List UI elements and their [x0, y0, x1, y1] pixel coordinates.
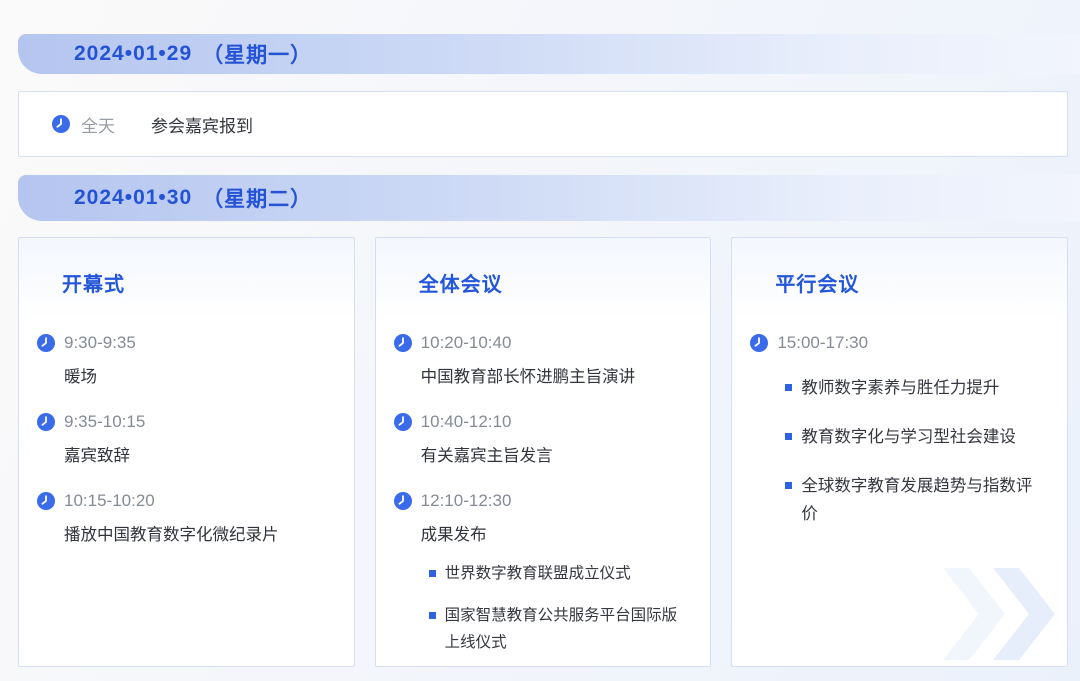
session-card-opening-ceremony: 开幕式 9:30-9:35 暖场 9:35-10:15 嘉宾致辞 10:15-1…: [18, 237, 355, 667]
chevron-right-icon: [993, 568, 1056, 660]
day2-weekday: （星期二）: [202, 188, 313, 211]
event-list: 9:30-9:35 暖场 9:35-10:15 嘉宾致辞 10:15-10:20…: [37, 333, 334, 545]
event-time-row: 9:30-9:35: [37, 333, 334, 353]
subitem-text: 全球数字教育发展趋势与指数评价: [801, 477, 1033, 523]
subitem-text: 国家智慧教育公共服务平台国际版上线仪式: [444, 607, 678, 651]
event-title: 嘉宾致辞: [64, 447, 130, 465]
square-bullet-icon: [785, 433, 793, 440]
day1-allday-event-card: 全天 参会嘉宾报到: [18, 91, 1068, 157]
square-bullet-icon: [785, 482, 793, 489]
square-bullet-icon: [428, 612, 436, 619]
day2-date: 2024•01•30: [74, 186, 193, 209]
clock-icon: [37, 334, 55, 352]
subitem-text: 教师数字素养与胜任力提升: [801, 379, 1000, 397]
day2-date-banner: 2024•01•30 （星期二）: [18, 175, 1080, 221]
event-item: 15:00-17:30 教师数字素养与胜任力提升 教育数字化与学习型社会建设 全…: [750, 333, 1047, 528]
subitem-text: 教育数字化与学习型社会建设: [801, 428, 1016, 446]
event-time: 10:20-10:40: [420, 333, 512, 352]
subitem-text: 世界数字教育联盟成立仪式: [444, 565, 631, 582]
event-item: 10:15-10:20 播放中国教育数字化微纪录片: [37, 491, 334, 545]
event-item: 9:30-9:35 暖场: [37, 333, 334, 387]
clock-icon: [37, 413, 55, 431]
allday-event-title: 参会嘉宾报到: [151, 116, 253, 136]
event-time-row: 9:35-10:15: [37, 412, 334, 432]
clock-icon: [52, 115, 70, 133]
day1-weekday: （星期一）: [202, 44, 313, 67]
square-bullet-icon: [428, 570, 436, 577]
clock-icon: [393, 492, 412, 510]
event-time-row: 10:20-10:40: [393, 333, 691, 353]
event-time: 9:30-9:35: [64, 333, 136, 352]
event-time-row: 10:15-10:20: [37, 491, 334, 511]
allday-time-label: 全天: [81, 116, 115, 136]
clock-icon: [393, 334, 412, 352]
event-time-row: 10:40-12:10: [393, 412, 691, 432]
square-bullet-icon: [785, 384, 793, 391]
event-title: 暖场: [64, 368, 97, 386]
event-list: 10:20-10:40 中国教育部长怀进鹏主旨演讲 10:40-12:10 有关…: [393, 333, 691, 666]
subitem: 教育数字化与学习型社会建设: [785, 423, 1047, 451]
clock-icon: [37, 492, 55, 510]
event-time-row: 12:10-12:30: [393, 491, 691, 511]
subitem: 国家智慧教育公共服务平台国际版上线仪式: [428, 602, 691, 656]
event-title: 有关嘉宾主旨发言: [420, 447, 553, 465]
event-time: 12:10-12:30: [420, 491, 512, 510]
subitem: 教师数字素养与胜任力提升: [785, 374, 1047, 402]
day1-date-banner: 2024•01•29 （星期一）: [18, 34, 1080, 74]
event-item: 12:10-12:30 成果发布 世界数字教育联盟成立仪式 国家智慧教育公共服务…: [393, 491, 691, 666]
chevron-right-decoration: [943, 568, 1061, 660]
event-time-row: 15:00-17:30: [750, 333, 1047, 353]
event-title: 播放中国教育数字化微纪录片: [64, 526, 279, 544]
subitem-list: 教师数字素养与胜任力提升 教育数字化与学习型社会建设 全球数字教育发展趋势与指数…: [785, 374, 1047, 528]
day1-date: 2024•01•29: [74, 42, 193, 65]
event-time: 15:00-17:30: [777, 333, 869, 352]
event-item: 10:20-10:40 中国教育部长怀进鹏主旨演讲: [393, 333, 691, 387]
session-title: 全体会议: [418, 274, 503, 296]
subitem-list: 世界数字教育联盟成立仪式 国家智慧教育公共服务平台国际版上线仪式 中外数字教育合…: [428, 560, 691, 666]
event-time: 10:40-12:10: [420, 412, 512, 431]
clock-icon: [750, 334, 769, 352]
event-title: 中国教育部长怀进鹏主旨演讲: [420, 368, 636, 386]
subitem: 全球数字教育发展趋势与指数评价: [785, 472, 1047, 528]
event-item: 10:40-12:10 有关嘉宾主旨发言: [393, 412, 691, 466]
event-time: 9:35-10:15: [64, 412, 146, 431]
session-card-plenary: 全体会议 10:20-10:40 中国教育部长怀进鹏主旨演讲 10:40-12:…: [374, 237, 712, 667]
subitem: 世界数字教育联盟成立仪式: [428, 560, 691, 587]
session-title: 开幕式: [62, 274, 125, 296]
event-time: 10:15-10:20: [64, 491, 155, 510]
event-title: 成果发布: [420, 526, 487, 544]
chevron-right-icon: [943, 568, 1006, 660]
day2-sessions-row: 开幕式 9:30-9:35 暖场 9:35-10:15 嘉宾致辞 10:15-1…: [18, 237, 1069, 667]
event-list: 15:00-17:30 教师数字素养与胜任力提升 教育数字化与学习型社会建设 全…: [750, 333, 1047, 528]
event-item: 9:35-10:15 嘉宾致辞: [37, 412, 334, 466]
session-card-parallel: 平行会议 15:00-17:30 教师数字素养与胜任力提升 教育数字化与学习型社…: [731, 237, 1069, 667]
session-title: 平行会议: [775, 274, 860, 296]
clock-icon: [393, 413, 412, 431]
